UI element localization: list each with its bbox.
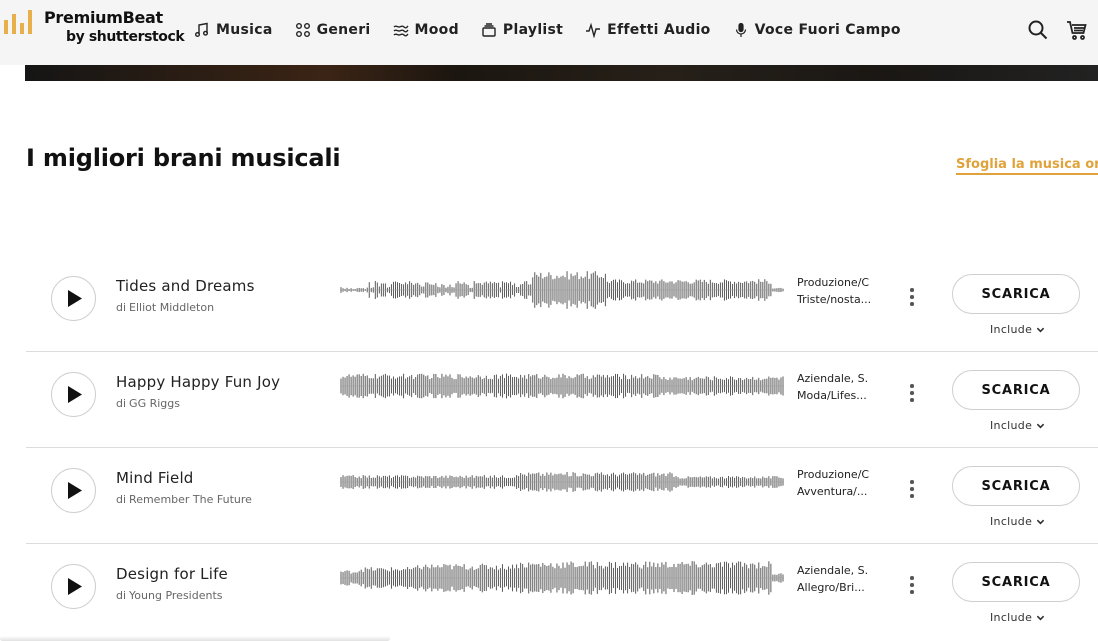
track-artist: di Remember The Future	[116, 493, 252, 506]
nav-voce-fuori-campo[interactable]: Voce Fuori Campo	[733, 22, 901, 38]
include-dropdown[interactable]: Include	[990, 611, 1045, 624]
browse-music-link[interactable]: Sfoglia la musica ora	[956, 157, 1098, 175]
nav-label: Generi	[316, 22, 371, 38]
waves-icon	[393, 25, 409, 37]
pulse-icon	[586, 22, 601, 38]
more-options-icon[interactable]	[904, 382, 920, 404]
tag-line[interactable]: Aziendale, S.	[797, 370, 877, 387]
download-button[interactable]: SCARICA	[952, 562, 1080, 602]
playlist-icon	[482, 23, 496, 37]
track-row: Design for Life di Young Presidents Azien…	[26, 544, 1098, 640]
nav-label: Playlist	[502, 22, 564, 38]
main-nav: Musica Generi Mood Playlist Effetti Audi…	[194, 0, 923, 60]
music-note-icon	[195, 22, 208, 37]
by-label: di	[116, 589, 127, 602]
logo-title: PremiumBeat	[44, 8, 163, 27]
tag-line[interactable]: Triste/nosta...	[797, 291, 877, 308]
logo-bars-icon	[4, 10, 38, 34]
tag-line[interactable]: Avventura/...	[797, 483, 877, 500]
waveform[interactable]	[340, 268, 784, 312]
logo-subtitle: by shutterstock	[66, 29, 185, 45]
more-options-icon[interactable]	[904, 286, 920, 308]
track-artist: di GG Riggs	[116, 397, 180, 410]
hero-banner-edge	[25, 65, 1098, 81]
track-tags: Produzione/C Triste/nosta...	[797, 274, 877, 308]
chevron-down-icon	[1036, 615, 1045, 621]
track-artist: di Elliot Middleton	[116, 301, 214, 314]
nav-generi[interactable]: Generi	[295, 22, 371, 38]
nav-label: Mood	[414, 22, 459, 38]
more-options-icon[interactable]	[904, 478, 920, 500]
by-label: di	[116, 397, 127, 410]
track-tags: Aziendale, S. Allegro/Bri...	[797, 562, 877, 596]
waveform[interactable]	[340, 364, 784, 408]
bottom-shadow	[0, 636, 390, 641]
chevron-down-icon	[1036, 519, 1045, 525]
cart-icon[interactable]	[1066, 19, 1088, 41]
play-icon	[68, 386, 82, 403]
top-header: PremiumBeat by shutterstock Musica Gener…	[0, 0, 1098, 65]
artist-name[interactable]: Elliot Middleton	[129, 301, 214, 314]
tag-line[interactable]: Produzione/C	[797, 466, 877, 483]
nav-label: Musica	[216, 22, 273, 38]
nav-musica[interactable]: Musica	[194, 22, 273, 38]
search-icon[interactable]	[1027, 19, 1049, 41]
track-title[interactable]: Mind Field	[116, 469, 194, 487]
download-button[interactable]: SCARICA	[952, 466, 1080, 506]
include-label: Include	[990, 419, 1033, 432]
include-dropdown[interactable]: Include	[990, 515, 1045, 528]
microphone-icon	[735, 22, 746, 37]
include-label: Include	[990, 611, 1033, 624]
by-label: di	[116, 493, 127, 506]
play-button[interactable]	[51, 372, 96, 417]
nav-mood[interactable]: Mood	[393, 22, 459, 38]
more-options-icon[interactable]	[904, 574, 920, 596]
waveform[interactable]	[340, 460, 784, 504]
play-button[interactable]	[51, 276, 96, 321]
play-button[interactable]	[51, 564, 96, 609]
play-icon	[68, 482, 82, 499]
nav-label: Voce Fuori Campo	[754, 22, 901, 38]
grid-dots-icon	[295, 23, 310, 37]
by-label: di	[116, 301, 127, 314]
track-row: Mind Field di Remember The Future Produzi…	[26, 448, 1098, 544]
nav-playlist[interactable]: Playlist	[481, 22, 563, 38]
include-label: Include	[990, 323, 1033, 336]
tag-line[interactable]: Allegro/Bri...	[797, 579, 877, 596]
tag-line[interactable]: Produzione/C	[797, 274, 877, 291]
track-title[interactable]: Happy Happy Fun Joy	[116, 373, 280, 391]
chevron-down-icon	[1036, 423, 1045, 429]
track-tags: Aziendale, S. Moda/Lifes...	[797, 370, 877, 404]
waveform[interactable]	[340, 556, 784, 600]
artist-name[interactable]: GG Riggs	[129, 397, 180, 410]
section-title: I migliori brani musicali	[26, 144, 341, 172]
include-label: Include	[990, 515, 1033, 528]
track-row: Happy Happy Fun Joy di GG Riggs Aziendale…	[26, 352, 1098, 448]
include-dropdown[interactable]: Include	[990, 323, 1045, 336]
tag-line[interactable]: Moda/Lifes...	[797, 387, 877, 404]
include-dropdown[interactable]: Include	[990, 419, 1045, 432]
tag-line[interactable]: Aziendale, S.	[797, 562, 877, 579]
nav-effetti-audio[interactable]: Effetti Audio	[585, 22, 710, 38]
track-artist: di Young Presidents	[116, 589, 223, 602]
track-row: Tides and Dreams di Elliot Middleton Prod…	[26, 256, 1098, 352]
play-button[interactable]	[51, 468, 96, 513]
premiumbeat-logo[interactable]: PremiumBeat by shutterstock	[4, 4, 185, 48]
download-button[interactable]: SCARICA	[952, 370, 1080, 410]
play-icon	[68, 290, 82, 307]
chevron-down-icon	[1036, 327, 1045, 333]
download-button[interactable]: SCARICA	[952, 274, 1080, 314]
track-tags: Produzione/C Avventura/...	[797, 466, 877, 500]
nav-label: Effetti Audio	[607, 22, 711, 38]
artist-name[interactable]: Remember The Future	[129, 493, 252, 506]
track-title[interactable]: Tides and Dreams	[116, 277, 255, 295]
artist-name[interactable]: Young Presidents	[129, 589, 222, 602]
track-title[interactable]: Design for Life	[116, 565, 228, 583]
play-icon	[68, 578, 82, 595]
